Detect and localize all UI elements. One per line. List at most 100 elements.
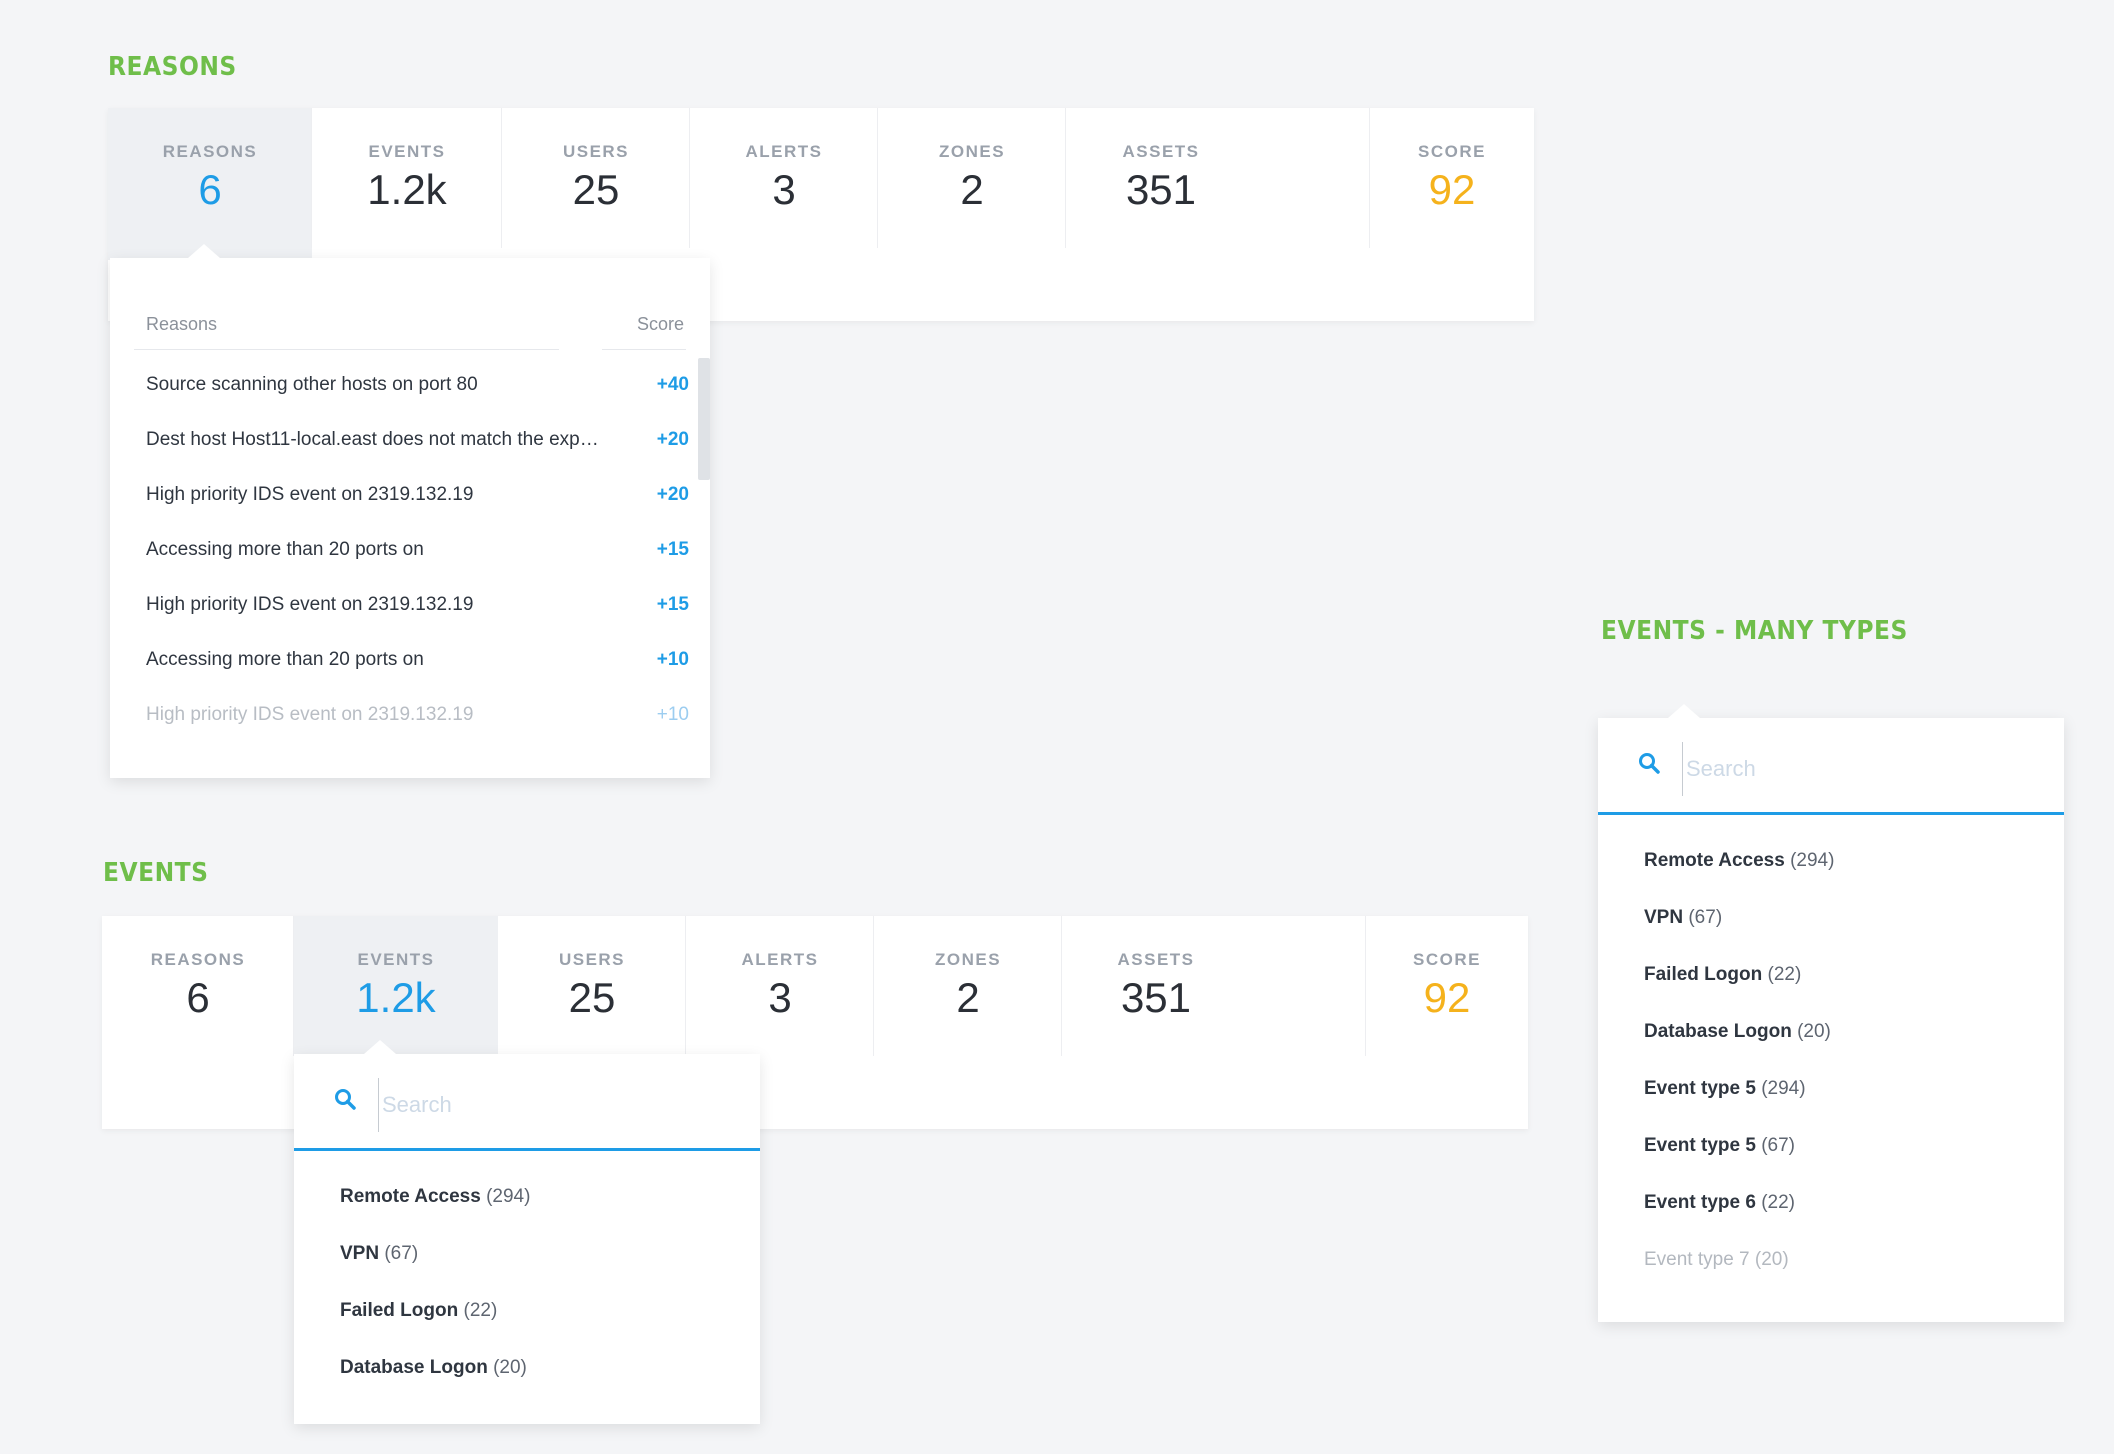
event-type-count: (294) (1761, 1078, 1806, 1099)
event-type-item[interactable]: Failed Logon (22) (1644, 964, 1801, 986)
event-type-item[interactable]: Event type 6 (22) (1644, 1192, 1795, 1214)
event-type-item[interactable]: Event type 5 (67) (1644, 1135, 1795, 1157)
stat-value: 2 (956, 974, 980, 1021)
stat-events[interactable]: EVENTS 1.2k (312, 108, 502, 248)
event-type-name: Event type 7 (1644, 1249, 1750, 1270)
stat-label: USERS (562, 142, 630, 161)
reason-text: High priority IDS event on 2319.132.19 (146, 704, 474, 725)
stat-label: SCORE (1418, 142, 1486, 161)
stat-value: 1.2k (367, 166, 447, 213)
reason-text: High priority IDS event on 2319.132.19 (146, 594, 474, 615)
stat-alerts[interactable]: ALERTS 3 (690, 108, 878, 248)
event-type-name: VPN (340, 1243, 380, 1264)
search-input[interactable] (380, 1082, 714, 1128)
event-type-name: VPN (1644, 907, 1684, 928)
event-type-count: (67) (1688, 907, 1723, 928)
event-type-count: (20) (493, 1357, 527, 1378)
event-type-count: (67) (384, 1243, 419, 1264)
stat-value: 25 (572, 166, 620, 213)
search-icon (1639, 753, 1660, 774)
stat-value: 3 (768, 974, 792, 1021)
stat-label: SCORE (1413, 950, 1481, 969)
events-popover: Remote Access (294) VPN (67) Failed Logo… (294, 1040, 760, 1424)
event-type-count: (22) (463, 1300, 498, 1321)
reasons-popover: Reasons Score Source scanning other host… (110, 244, 710, 778)
event-type-name: Remote Access (1644, 850, 1785, 871)
event-type-name: Event type 5 (1644, 1078, 1756, 1099)
score-column-header: Score (602, 314, 686, 350)
stat-label: EVENTS (357, 950, 435, 969)
section-title-events-many-types: EVENTS - MANY TYPES (1601, 616, 1908, 646)
event-type-name: Event type 5 (1644, 1135, 1756, 1156)
event-type-item[interactable]: Failed Logon (22) (340, 1300, 497, 1322)
stat-value: 3 (772, 166, 796, 213)
stat-value: 25 (568, 974, 616, 1021)
stat-reasons[interactable]: REASONS 6 (102, 916, 294, 1056)
stat-value: 92 (1428, 166, 1476, 213)
event-type-item[interactable]: Database Logon (20) (1644, 1021, 1831, 1043)
stat-events[interactable]: EVENTS 1.2k (294, 916, 498, 1068)
reason-text: High priority IDS event on 2319.132.19 (146, 484, 474, 505)
stat-alerts[interactable]: ALERTS 3 (686, 916, 874, 1056)
event-type-count: (22) (1761, 1192, 1796, 1213)
event-type-name: Failed Logon (1644, 964, 1763, 985)
popover-caret (364, 1040, 396, 1054)
event-type-item[interactable]: Remote Access (294) (340, 1186, 530, 1208)
reasons-column-header: Reasons (134, 314, 559, 350)
stat-label: EVENTS (368, 142, 446, 161)
text-cursor (378, 1078, 379, 1132)
section-title-reasons: REASONS (108, 52, 237, 82)
stat-score[interactable]: SCORE 92 (1366, 916, 1528, 1056)
scrollbar-thumb[interactable] (698, 358, 710, 480)
event-type-name: Failed Logon (340, 1300, 459, 1321)
event-type-item[interactable]: Event type 7 (20) (1644, 1249, 1789, 1271)
reason-score: +40 (656, 374, 689, 395)
stat-label: ZONES (938, 142, 1006, 161)
stat-value: 6 (186, 974, 210, 1021)
stat-zones[interactable]: ZONES 2 (874, 916, 1062, 1056)
stat-users[interactable]: USERS 25 (498, 916, 686, 1056)
stat-label: ASSETS (1117, 950, 1195, 969)
event-type-count: (294) (486, 1186, 531, 1207)
search-icon (335, 1089, 356, 1110)
stat-label: ALERTS (745, 142, 823, 161)
reason-row[interactable]: High priority IDS event on 2319.132.19 +… (146, 594, 689, 624)
stat-assets[interactable]: ASSETS 351 (1062, 916, 1366, 1056)
stat-reasons[interactable]: REASONS 6 (108, 108, 312, 260)
event-type-item[interactable]: Remote Access (294) (1644, 850, 1834, 872)
reason-score: +20 (656, 429, 689, 450)
stat-value: 92 (1423, 974, 1471, 1021)
reason-row[interactable]: Accessing more than 20 ports on +10 (146, 649, 689, 679)
event-type-name: Database Logon (1644, 1021, 1792, 1042)
reason-row[interactable]: Dest host Host11-local.east does not mat… (146, 429, 689, 459)
search-input[interactable] (1684, 746, 2018, 792)
event-type-item[interactable]: VPN (67) (1644, 907, 1722, 929)
stat-label: ALERTS (741, 950, 819, 969)
reason-row[interactable]: Accessing more than 20 ports on +15 (146, 539, 689, 569)
stat-value: 351 (1125, 166, 1197, 213)
reasons-table-header: Reasons Score (134, 314, 686, 350)
stat-value: 351 (1120, 974, 1192, 1021)
event-type-name: Database Logon (340, 1357, 488, 1378)
reason-row[interactable]: High priority IDS event on 2319.132.19 +… (146, 484, 689, 514)
text-cursor (1682, 742, 1683, 796)
event-type-item[interactable]: Database Logon (20) (340, 1357, 527, 1379)
event-type-item[interactable]: VPN (67) (340, 1243, 418, 1265)
search-box (294, 1054, 760, 1151)
reason-text: Accessing more than 20 ports on (146, 649, 424, 670)
stat-zones[interactable]: ZONES 2 (878, 108, 1066, 248)
stat-label: ASSETS (1122, 142, 1200, 161)
stat-value: 6 (198, 166, 222, 213)
stat-label: REASONS (150, 950, 246, 969)
events-many-types-popover: Remote Access (294) VPN (67) Failed Logo… (1598, 704, 2064, 1322)
stat-label: ZONES (934, 950, 1002, 969)
stat-users[interactable]: USERS 25 (502, 108, 690, 248)
stat-score[interactable]: SCORE 92 (1370, 108, 1534, 248)
reason-row[interactable]: High priority IDS event on 2319.132.19 +… (146, 704, 689, 734)
stat-assets[interactable]: ASSETS 351 (1066, 108, 1370, 248)
reason-score: +10 (656, 704, 689, 725)
event-type-item[interactable]: Event type 5 (294) (1644, 1078, 1806, 1100)
reason-text: Source scanning other hosts on port 80 (146, 374, 478, 395)
reason-row[interactable]: Source scanning other hosts on port 80 +… (146, 374, 689, 404)
event-type-name: Remote Access (340, 1186, 481, 1207)
